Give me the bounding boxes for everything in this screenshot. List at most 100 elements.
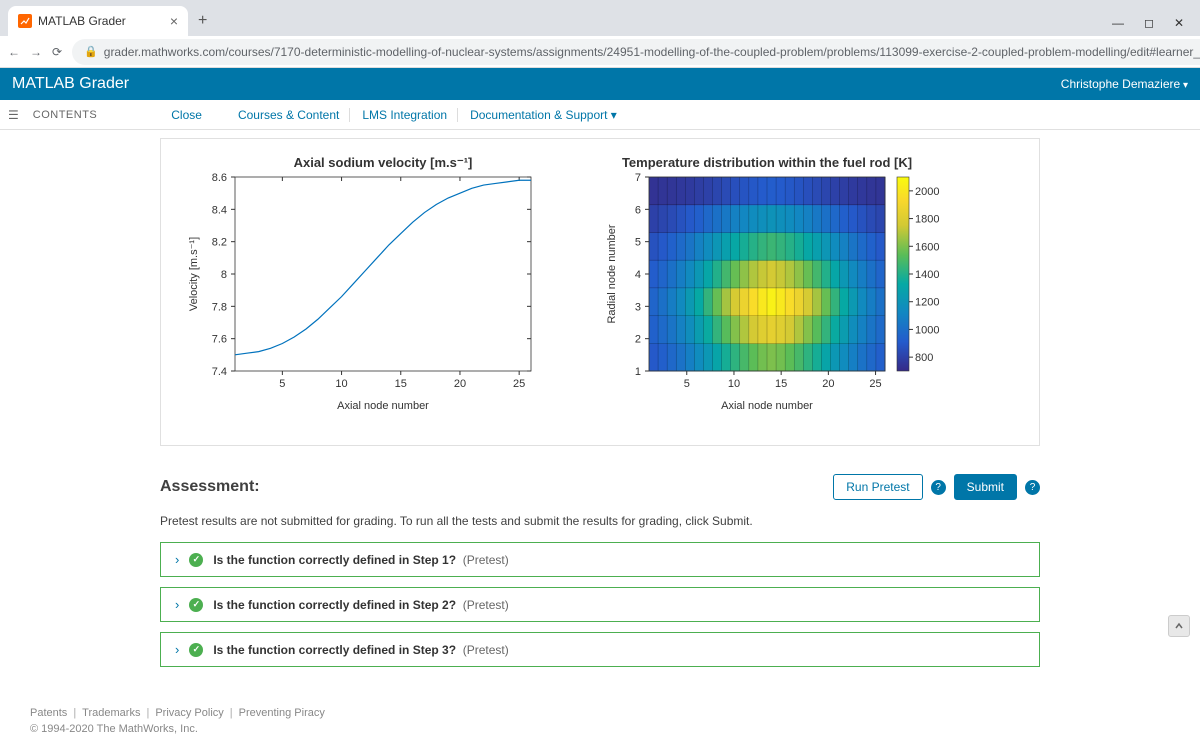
svg-text:Axial node number: Axial node number — [337, 400, 429, 412]
svg-text:Axial sodium velocity [m.s⁻¹]: Axial sodium velocity [m.s⁻¹] — [294, 155, 473, 170]
test-tag: (Pretest) — [463, 598, 509, 612]
app-header: MATLAB Grader Christophe Demaziere — [0, 68, 1200, 100]
reload-icon[interactable]: ⟳ — [52, 45, 62, 59]
svg-text:15: 15 — [775, 378, 787, 390]
url-text: grader.mathworks.com/courses/7170-determ… — [104, 45, 1200, 59]
link-lms[interactable]: LMS Integration — [352, 108, 458, 122]
back-icon[interactable]: ← — [8, 45, 20, 59]
svg-text:10: 10 — [728, 378, 740, 390]
footer-links: Patents| Trademarks| Privacy Policy| Pre… — [30, 707, 1170, 719]
check-icon: ✓ — [189, 598, 203, 612]
svg-text:1: 1 — [635, 366, 641, 378]
footer-piracy[interactable]: Preventing Piracy — [239, 707, 325, 719]
browser-tab-bar: MATLAB Grader × + — ◻ ✕ — [0, 0, 1200, 36]
test-text: Is the function correctly defined in Ste… — [213, 598, 508, 612]
main-content: Axial sodium velocity [m.s⁻¹] 7.4 7.6 7.8 8 8… — [0, 138, 1200, 667]
check-icon: ✓ — [189, 643, 203, 657]
hamburger-icon[interactable]: ☰ — [8, 108, 19, 122]
line-chart: Axial sodium velocity [m.s⁻¹] 7.4 7.6 7.8 8 8… — [181, 155, 541, 415]
svg-text:25: 25 — [513, 378, 525, 390]
test-row[interactable]: › ✓ Is the function correctly defined in S… — [160, 587, 1040, 622]
browser-tab[interactable]: MATLAB Grader × — [8, 6, 188, 36]
svg-text:20: 20 — [454, 378, 466, 390]
footer-privacy[interactable]: Privacy Policy — [155, 707, 223, 719]
browser-toolbar: ← → ⟳ 🔒 grader.mathworks.com/courses/717… — [0, 36, 1200, 68]
svg-text:20: 20 — [822, 378, 834, 390]
charts-panel: Axial sodium velocity [m.s⁻¹] 7.4 7.6 7.8 8 8… — [160, 138, 1040, 446]
svg-text:7.6: 7.6 — [212, 334, 227, 346]
svg-text:3: 3 — [635, 301, 641, 313]
svg-text:1600: 1600 — [915, 241, 939, 253]
lock-icon: 🔒 — [84, 45, 98, 58]
svg-text:7.8: 7.8 — [212, 301, 227, 313]
svg-text:8.6: 8.6 — [212, 172, 227, 184]
svg-text:25: 25 — [869, 378, 881, 390]
svg-text:8.2: 8.2 — [212, 237, 227, 249]
run-pretest-button[interactable]: Run Pretest — [833, 474, 922, 500]
svg-text:Axial node number: Axial node number — [721, 400, 813, 412]
expand-icon[interactable]: › — [175, 642, 179, 657]
window-controls: — ◻ ✕ — [1104, 16, 1192, 36]
assessment-header: Assessment: Run Pretest ? Submit ? — [160, 474, 1040, 500]
link-courses[interactable]: Courses & Content — [228, 108, 350, 122]
svg-text:Temperature distribution withi: Temperature distribution within the fuel… — [622, 155, 912, 170]
svg-text:1200: 1200 — [915, 297, 939, 309]
scroll-top-button[interactable] — [1168, 615, 1190, 637]
svg-text:1000: 1000 — [915, 324, 939, 336]
svg-text:7: 7 — [635, 172, 641, 184]
svg-text:Velocity [m.s⁻¹]: Velocity [m.s⁻¹] — [188, 237, 200, 311]
link-docs[interactable]: Documentation & Support ▾ — [460, 108, 627, 122]
svg-text:5: 5 — [684, 378, 690, 390]
app-title: MATLAB Grader — [12, 75, 129, 93]
svg-text:8: 8 — [221, 269, 227, 281]
assessment-buttons: Run Pretest ? Submit ? — [833, 474, 1040, 500]
help-submit-icon[interactable]: ? — [1025, 480, 1040, 495]
tab-title: MATLAB Grader — [38, 14, 164, 28]
test-tag: (Pretest) — [463, 643, 509, 657]
help-pretest-icon[interactable]: ? — [931, 480, 946, 495]
close-link[interactable]: Close — [171, 108, 202, 122]
new-tab-button[interactable]: + — [188, 6, 217, 36]
assessment-section: Assessment: Run Pretest ? Submit ? Prete… — [160, 474, 1040, 667]
assessment-title: Assessment: — [160, 478, 260, 496]
heatmap-chart: Temperature distribution within the fuel… — [601, 155, 941, 415]
svg-text:8.4: 8.4 — [212, 204, 227, 216]
copyright: © 1994-2020 The MathWorks, Inc. — [30, 723, 1170, 735]
svg-text:2: 2 — [635, 334, 641, 346]
svg-text:15: 15 — [395, 378, 407, 390]
svg-text:4: 4 — [635, 269, 641, 281]
close-window-icon[interactable]: ✕ — [1174, 16, 1184, 30]
svg-text:Radial node number: Radial node number — [606, 224, 618, 323]
expand-icon[interactable]: › — [175, 597, 179, 612]
svg-text:1800: 1800 — [915, 214, 939, 226]
svg-text:800: 800 — [915, 352, 933, 364]
check-icon: ✓ — [189, 553, 203, 567]
submit-button[interactable]: Submit — [954, 474, 1017, 500]
svg-text:1400: 1400 — [915, 269, 939, 281]
contents-label: CONTENTS — [33, 109, 98, 121]
tab-close-icon[interactable]: × — [170, 13, 178, 29]
forward-icon[interactable]: → — [30, 45, 42, 59]
pretest-note: Pretest results are not submitted for gr… — [160, 514, 1040, 528]
sub-nav-links: Courses & Content LMS Integration Docume… — [228, 108, 627, 122]
sub-nav: ☰ CONTENTS Close Courses & Content LMS I… — [0, 100, 1200, 130]
expand-icon[interactable]: › — [175, 552, 179, 567]
footer-trademarks[interactable]: Trademarks — [82, 707, 140, 719]
svg-text:5: 5 — [279, 378, 285, 390]
svg-text:10: 10 — [335, 378, 347, 390]
svg-text:5: 5 — [635, 237, 641, 249]
maximize-icon[interactable]: ◻ — [1144, 16, 1154, 30]
test-tag: (Pretest) — [463, 553, 509, 567]
svg-text:6: 6 — [635, 204, 641, 216]
svg-text:2000: 2000 — [915, 186, 939, 198]
minimize-icon[interactable]: — — [1112, 16, 1124, 30]
footer-patents[interactable]: Patents — [30, 707, 67, 719]
test-row[interactable]: › ✓ Is the function correctly defined in S… — [160, 632, 1040, 667]
test-text: Is the function correctly defined in Ste… — [213, 553, 508, 567]
user-menu[interactable]: Christophe Demaziere — [1061, 77, 1188, 91]
test-text: Is the function correctly defined in Ste… — [213, 643, 508, 657]
footer: Patents| Trademarks| Privacy Policy| Pre… — [0, 677, 1200, 755]
svg-text:7.4: 7.4 — [212, 366, 227, 378]
test-row[interactable]: › ✓ Is the function correctly defined in S… — [160, 542, 1040, 577]
address-bar[interactable]: 🔒 grader.mathworks.com/courses/7170-dete… — [72, 39, 1200, 65]
